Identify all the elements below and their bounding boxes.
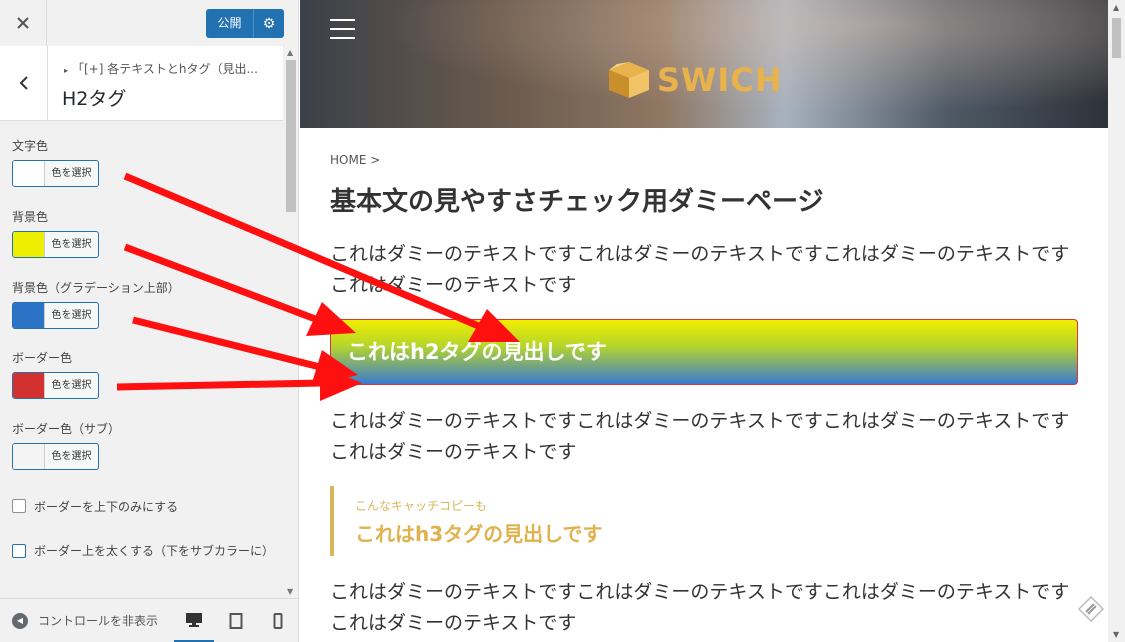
color-swatch [13, 373, 45, 398]
sidebar-scrollbar[interactable]: ▲ ▼ [284, 46, 298, 598]
color-swatch [13, 303, 45, 328]
back-button[interactable] [0, 46, 48, 120]
publish-label: 公開 [206, 9, 254, 38]
scroll-down-arrow[interactable]: ▼ [287, 587, 293, 596]
section-breadcrumb: ▸ 「[+] 各テキストとhタグ（見出... [64, 62, 258, 76]
catch-copy: こんなキャッチコピーも [355, 499, 488, 513]
box-logo-icon [609, 62, 649, 98]
breadcrumb[interactable]: HOME > [330, 153, 380, 167]
checkbox-row-border-tb[interactable]: ボーダーを上下のみにする [12, 498, 178, 515]
edit-shortcut-icon[interactable] [1078, 596, 1104, 622]
customizer-footer: ◀ コントロールを非表示 [0, 598, 298, 642]
scroll-up-arrow[interactable]: ▲ [1113, 3, 1119, 12]
scroll-down-arrow[interactable]: ▼ [1113, 630, 1119, 639]
color-picker-label: 色を選択 [51, 451, 92, 462]
color-picker-button[interactable]: 色を選択 [12, 231, 99, 258]
hide-controls-button[interactable]: ◀ コントロールを非表示 [12, 612, 158, 629]
device-tablet-button[interactable] [216, 599, 256, 642]
customizer-sidebar: 公開 ⚙ ▸ 「[+] 各テキストとhタグ（見出... H2タグ 文字色 色を選択… [0, 0, 299, 642]
site-preview: SWICH HOME > 基本文の見やすさチェック用ダミーページ これはダミーの… [300, 0, 1108, 642]
customizer-header: 公開 ⚙ [0, 0, 298, 47]
color-picker-label: 色を選択 [51, 168, 92, 179]
checkbox-label: ボーダーを上下のみにする [34, 500, 179, 514]
color-picker-label: 色を選択 [51, 239, 92, 250]
browser-scrollbar[interactable]: ▲ ▼ [1108, 0, 1125, 642]
collapse-icon: ◀ [12, 612, 28, 629]
color-picker-button[interactable]: 色を選択 [12, 443, 99, 470]
mobile-icon [273, 613, 283, 629]
page-title: 基本文の見やすさチェック用ダミーページ [330, 187, 824, 217]
scroll-up-arrow[interactable]: ▲ [287, 48, 293, 57]
color-picker-button[interactable]: 色を選択 [12, 160, 99, 187]
publish-button[interactable]: 公開 ⚙ [206, 9, 284, 38]
h3-heading-sample: これはh3タグの見出しです [355, 522, 603, 546]
hamburger-menu-icon[interactable] [330, 19, 355, 39]
color-picker-label: 色を選択 [51, 310, 92, 321]
close-icon [17, 17, 29, 29]
scroll-thumb[interactable] [286, 60, 296, 212]
checkbox[interactable] [12, 499, 26, 513]
color-swatch [13, 232, 45, 257]
chevron-left-icon [19, 76, 28, 90]
section-header: ▸ 「[+] 各テキストとhタグ（見出... H2タグ [0, 46, 283, 121]
control-label: ボーダー色 [12, 351, 73, 365]
checkbox[interactable] [12, 544, 26, 558]
close-button[interactable] [0, 0, 47, 46]
section-title: H2タグ [62, 88, 127, 110]
control-label: 背景色 [12, 210, 49, 224]
control-bg-color: 背景色 色を選択 [12, 208, 99, 258]
control-text-color: 文字色 色を選択 [12, 137, 99, 187]
h2-heading-sample: これはh2タグの見出しです [330, 319, 1078, 385]
hide-controls-label: コントロールを非表示 [38, 614, 159, 628]
checkbox-row-border-thick[interactable]: ボーダー上を太くする（下をサブカラーに） [12, 541, 274, 561]
scroll-thumb[interactable] [1112, 18, 1121, 58]
caret-icon: ▸ [64, 66, 69, 75]
tablet-icon [229, 613, 243, 629]
body-paragraph: これはダミーのテキストですこれはダミーのテキストですこれはダミーのテキストですこ… [330, 581, 1070, 634]
control-gradient-color: 背景色（グラデーション上部） 色を選択 [12, 279, 180, 329]
control-border-sub-color: ボーダー色（サブ） 色を選択 [12, 420, 120, 470]
desktop-icon [186, 612, 202, 627]
h3-heading-block: こんなキャッチコピーも これはh3タグの見出しです [330, 486, 603, 556]
control-label: ボーダー色（サブ） [12, 422, 121, 436]
body-paragraph: これはダミーのテキストですこれはダミーのテキストですこれはダミーのテキストですこ… [330, 243, 1070, 296]
color-swatch [13, 444, 45, 469]
hero-header-image: SWICH [300, 0, 1108, 128]
control-border-color: ボーダー色 色を選択 [12, 349, 99, 399]
control-label: 文字色 [12, 139, 49, 153]
logo-text: SWICH [657, 61, 783, 99]
device-desktop-button[interactable] [174, 599, 214, 642]
site-logo[interactable]: SWICH [607, 60, 783, 100]
control-label: 背景色（グラデーション上部） [12, 281, 180, 295]
device-mobile-button[interactable] [258, 599, 298, 642]
color-picker-label: 色を選択 [51, 380, 92, 391]
color-picker-button[interactable]: 色を選択 [12, 302, 99, 329]
body-paragraph: これはダミーのテキストですこれはダミーのテキストですこれはダミーのテキストですこ… [330, 410, 1070, 463]
gear-icon[interactable]: ⚙ [254, 16, 284, 32]
color-swatch [13, 161, 45, 186]
color-picker-button[interactable]: 色を選択 [12, 372, 99, 399]
checkbox-label: ボーダー上を太くする（下をサブカラーに） [34, 544, 275, 558]
